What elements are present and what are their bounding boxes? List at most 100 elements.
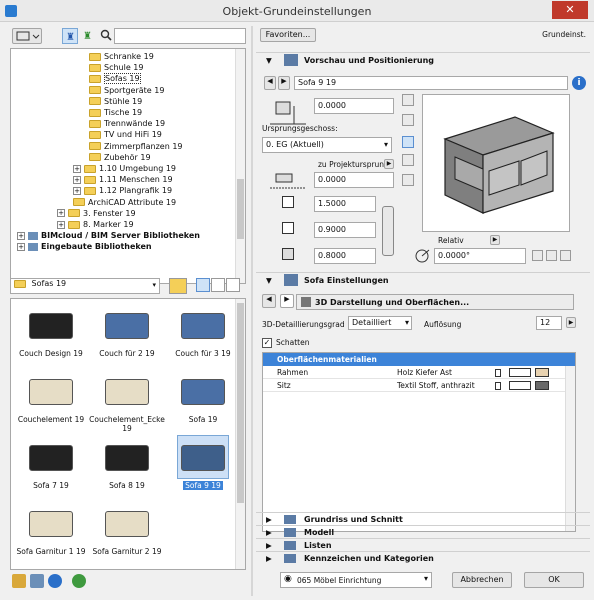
load-icon[interactable]: ♜ [81, 28, 97, 44]
dimension-a-input[interactable]: 1.5000 [314, 196, 376, 212]
axonometric-view-icon[interactable] [402, 154, 414, 166]
thumbnail-scrollbar-thumb[interactable] [237, 303, 244, 503]
angle-input[interactable]: 0.0000° [434, 248, 526, 264]
tree-item[interactable]: Sportgeräte 19 [89, 85, 164, 96]
thumbnail-scrollbar[interactable] [235, 299, 245, 569]
layer-selector[interactable]: ◉ 065 Möbel Einrichtung ▾ [280, 572, 432, 588]
dimension-c-input[interactable]: 0.8000 [314, 248, 376, 264]
load-library-icon[interactable] [30, 574, 44, 588]
tree-item[interactable]: +3. Fenster 19 [57, 208, 136, 219]
tree-item[interactable]: Trennwände 19 [89, 118, 165, 129]
folder-up-icon[interactable] [169, 278, 187, 294]
object-name-field[interactable]: Sofa 9 19 [294, 76, 568, 90]
tree-item[interactable]: +8. Marker 19 [57, 219, 134, 230]
mirror-icon[interactable] [532, 250, 543, 261]
tree-item[interactable]: +1.10 Umgebung 19 [73, 163, 176, 174]
expand-icon[interactable]: + [73, 175, 81, 184]
tree-item[interactable]: ArchiCAD Attribute 19 [73, 197, 176, 208]
list-view-icon[interactable] [226, 278, 240, 292]
material-color-swatch[interactable] [535, 368, 549, 377]
thumbnail-item[interactable]: Couchelement_Ecke 19 [89, 369, 165, 433]
close-button[interactable]: ✕ [552, 1, 588, 19]
elevation-input[interactable]: 0.0000 [314, 98, 394, 114]
expand-icon[interactable]: + [73, 164, 81, 173]
mirror-x-icon[interactable] [546, 250, 557, 261]
tree-item[interactable]: Zimmerpflanzen 19 [89, 141, 183, 152]
globe-icon[interactable] [48, 574, 62, 588]
resolution-input[interactable]: 12 [536, 316, 562, 330]
project-origin-button[interactable]: ▶ [384, 159, 394, 169]
expand-icon[interactable]: + [57, 209, 65, 218]
collapsed-section[interactable]: ▶ Grundriss und Schnitt [256, 512, 590, 525]
material-white-swatch[interactable] [509, 381, 531, 390]
tree-item[interactable]: TV und HiFi 19 [89, 129, 162, 140]
cancel-button[interactable]: Abbrechen [452, 572, 512, 588]
tree-item[interactable]: Stühle 19 [89, 96, 142, 107]
relative-button[interactable]: ▶ [490, 235, 500, 245]
next-object-button[interactable]: ▶ [278, 76, 290, 90]
small-icons-view-icon[interactable] [211, 278, 225, 292]
surface-row[interactable]: Sitz Textil Stoff, anthrazit [263, 380, 565, 392]
thumbnail-item[interactable]: Couch Design 19 [13, 303, 89, 367]
thumbnail-item[interactable]: Couchelement 19 [13, 369, 89, 433]
thumbnail-item[interactable]: Couch für 3 19 [165, 303, 241, 367]
origin-floor-dropdown[interactable]: 0. EG (Aktuell) ▾ [262, 137, 392, 153]
preview-section-header[interactable]: ▼ Vorschau und Positionierung [256, 52, 590, 68]
bimcomponents-icon[interactable] [72, 574, 86, 588]
section-view-icon[interactable] [402, 114, 414, 126]
material-white-swatch[interactable] [509, 368, 531, 377]
library-manager-icon[interactable] [12, 574, 26, 588]
panel-divider[interactable] [251, 26, 253, 596]
collapsed-section[interactable]: ▶ Listen [256, 538, 590, 551]
material-icon[interactable] [495, 369, 501, 377]
expand-icon[interactable]: + [57, 220, 65, 229]
thumbnail-item[interactable]: Sofa Garnitur 1 19 [13, 501, 89, 565]
tree-item[interactable]: +1.12 Plangrafik 19 [73, 185, 172, 196]
next-page-button[interactable]: ▶ [280, 294, 294, 308]
thumbnail-item[interactable]: Sofa Garnitur 2 19 [89, 501, 165, 565]
info-icon[interactable]: i [572, 76, 586, 90]
3d-view-icon[interactable] [402, 136, 414, 148]
thumbnail-item[interactable]: Sofa 19 [165, 369, 241, 433]
collapsed-section[interactable]: ▶ Modell [256, 525, 590, 538]
elevation-view-icon[interactable] [402, 174, 414, 186]
tree-item[interactable]: Schule 19 [89, 62, 143, 73]
large-icons-view-icon[interactable] [196, 278, 210, 292]
detail-level-dropdown[interactable]: Detailliert ▾ [348, 316, 412, 330]
filter-icon[interactable]: ♜ [62, 28, 78, 44]
tree-item[interactable]: + BIMcloud / BIM Server Bibliotheken [17, 230, 200, 241]
tree-item[interactable]: +1.11 Menschen 19 [73, 174, 173, 185]
shadow-checkbox[interactable]: ✓ [262, 338, 272, 348]
sofa-settings-header[interactable]: ▼ Sofa Einstellungen [256, 272, 590, 288]
dimension-b-input[interactable]: 0.9000 [314, 222, 376, 238]
surface-row[interactable]: Rahmen Holz Kiefer Ast [263, 367, 565, 379]
expand-icon[interactable]: + [73, 186, 81, 195]
mirror-y-icon[interactable] [560, 250, 571, 261]
collapsed-section[interactable]: ▶ Kennzeichen und Kategorien [256, 551, 590, 564]
ok-button[interactable]: OK [524, 572, 584, 588]
resolution-button[interactable]: ▶ [566, 317, 576, 328]
thumbnail-item[interactable]: Couch für 2 19 [89, 303, 165, 367]
tree-item[interactable]: Tische 19 [89, 107, 142, 118]
tree-item[interactable]: Zubehör 19 [89, 152, 151, 163]
tree-scrollbar[interactable] [235, 49, 245, 283]
tree-item[interactable]: Sofas 19 [89, 73, 141, 85]
surfaces-header[interactable]: Oberflächenmaterialien [263, 353, 575, 366]
thumbnail-item[interactable]: Sofa 9 19 [165, 435, 241, 499]
tree-item[interactable]: + Eingebaute Bibliotheken [17, 241, 152, 252]
expand-icon[interactable]: + [17, 242, 25, 251]
page-selector[interactable]: 3D Darstellung und Oberflächen... [296, 294, 574, 310]
surfaces-scrollbar[interactable] [565, 366, 575, 531]
thumbnail-item[interactable]: Sofa 8 19 [89, 435, 165, 499]
previous-page-button[interactable]: ◀ [262, 294, 276, 308]
expand-icon[interactable]: + [17, 231, 25, 240]
thumbnail-item[interactable]: Sofa 7 19 [13, 435, 89, 499]
material-icon[interactable] [495, 382, 501, 390]
chain-link-icon[interactable] [382, 206, 394, 256]
project-origin-input[interactable]: 0.0000 [314, 172, 394, 188]
folder-dropdown[interactable]: Sofas 19 ▾ [10, 278, 160, 294]
previous-object-button[interactable]: ◀ [264, 76, 276, 90]
material-color-swatch[interactable] [535, 381, 549, 390]
plan-view-icon[interactable] [402, 94, 414, 106]
tree-scrollbar-thumb[interactable] [237, 179, 244, 239]
